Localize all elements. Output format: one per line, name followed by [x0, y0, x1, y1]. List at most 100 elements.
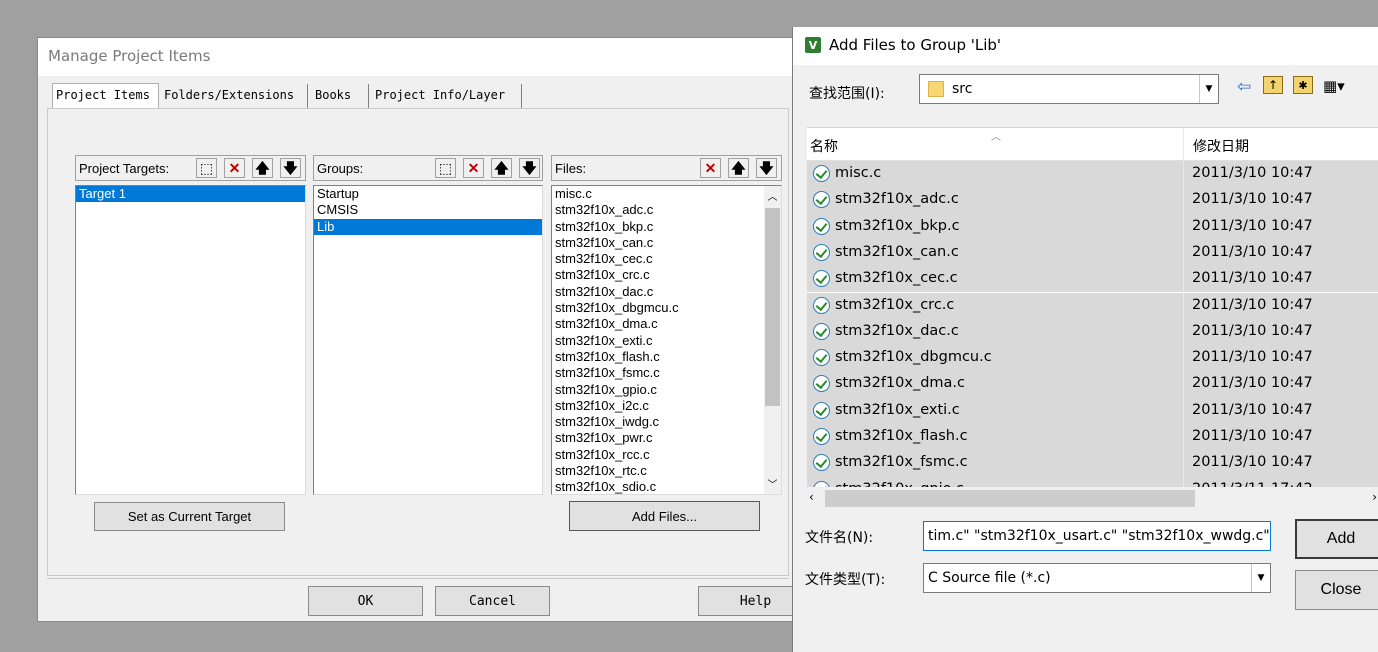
file-name: stm32f10x_dac.c [835, 322, 959, 339]
dialog-titlebar: Manage Project Items [38, 38, 796, 76]
cancel-button[interactable]: Cancel [435, 586, 550, 616]
view-menu-icon[interactable]: ▦▾ [1323, 77, 1345, 95]
list-item[interactable]: stm32f10x_gpio.c [552, 382, 781, 398]
file-date: 2011/3/10 10:47 [1192, 349, 1313, 366]
list-item[interactable]: stm32f10x_pwr.c [552, 430, 781, 446]
move-up-icon[interactable]: 🡅 [728, 158, 749, 178]
move-down-icon[interactable]: 🡇 [756, 158, 777, 178]
horizontal-scrollbar[interactable]: ‹ › [807, 487, 1378, 511]
file-name: stm32f10x_dma.c [835, 375, 965, 392]
file-date: 2011/3/10 10:47 [1192, 322, 1313, 339]
list-item[interactable]: stm32f10x_flash.c [552, 349, 781, 365]
files-list[interactable]: misc.c stm32f10x_adc.c stm32f10x_bkp.c stm3… [551, 185, 782, 495]
filetype-select[interactable]: C Source file (*.c) ▼ [923, 563, 1271, 593]
filename-input[interactable]: tim.c" "stm32f10x_usart.c" "stm32f10x_ww… [923, 521, 1271, 551]
file-list[interactable]: 名称 ︿ 修改日期 misc.c 2011/3/10 10:47 stm32f10x… [807, 127, 1378, 511]
tab-project-info-layer[interactable]: Project Info/Layer [372, 84, 522, 108]
divider [47, 578, 789, 579]
list-item[interactable]: Startup [314, 186, 542, 202]
file-name: stm32f10x_adc.c [835, 191, 959, 208]
list-item[interactable]: misc.c [552, 186, 781, 202]
chevron-down-icon[interactable]: ▼ [1251, 564, 1270, 592]
list-item[interactable]: stm32f10x_adc.c [552, 202, 781, 218]
file-row[interactable]: stm32f10x_flash.c 2011/3/10 10:47 [807, 424, 1378, 451]
list-item[interactable]: stm32f10x_can.c [552, 235, 781, 251]
list-item[interactable]: stm32f10x_sdio.c [552, 479, 781, 494]
files-scrollbar[interactable]: ︿ ﹀ [764, 186, 781, 494]
list-item[interactable]: stm32f10x_dac.c [552, 284, 781, 300]
file-row[interactable]: misc.c 2011/3/10 10:47 [807, 161, 1378, 188]
col-name-header[interactable]: 名称 [810, 136, 838, 156]
c-source-file-icon [813, 322, 830, 340]
scroll-down-icon[interactable]: ﹀ [764, 476, 781, 491]
tab-folders-extensions[interactable]: Folders/Extensions [161, 84, 308, 108]
move-up-icon[interactable]: 🡅 [491, 158, 512, 178]
back-icon[interactable]: ⇦ [1237, 77, 1251, 97]
file-name: stm32f10x_fsmc.c [835, 454, 968, 471]
list-item[interactable]: Lib [314, 218, 542, 235]
list-item[interactable]: stm32f10x_fsmc.c [552, 365, 781, 381]
scrollbar-thumb[interactable] [825, 490, 1195, 507]
file-row[interactable]: stm32f10x_can.c 2011/3/10 10:47 [807, 239, 1378, 267]
list-item[interactable]: stm32f10x_cec.c [552, 251, 781, 267]
file-row[interactable]: stm32f10x_dma.c 2011/3/10 10:47 [807, 371, 1378, 398]
column-divider [1183, 266, 1184, 293]
scroll-up-icon[interactable]: ︿ [764, 188, 781, 203]
lookin-combo[interactable]: src ▼ [919, 74, 1219, 104]
file-row[interactable]: stm32f10x_exti.c 2011/3/10 10:47 [807, 397, 1378, 424]
list-item[interactable]: stm32f10x_dma.c [552, 316, 781, 332]
file-name: stm32f10x_dbgmcu.c [835, 349, 992, 366]
ok-button[interactable]: OK [308, 586, 423, 616]
list-header: 名称 ︿ 修改日期 [807, 128, 1378, 161]
col-date-header[interactable]: 修改日期 [1193, 136, 1249, 156]
list-item[interactable]: stm32f10x_iwdg.c [552, 414, 781, 430]
chevron-down-icon[interactable]: ▼ [1199, 75, 1218, 103]
new-folder-icon[interactable]: ✱ [1293, 76, 1313, 94]
column-divider [1183, 239, 1184, 267]
c-source-file-icon [813, 454, 830, 472]
delete-target-icon[interactable]: ✕ [224, 158, 245, 178]
scroll-right-icon[interactable]: › [1372, 490, 1377, 504]
list-item[interactable]: Target 1 [76, 186, 305, 203]
column-divider[interactable] [1183, 128, 1184, 160]
file-row[interactable]: stm32f10x_dac.c 2011/3/10 10:47 [807, 318, 1378, 346]
close-button[interactable]: Close [1295, 570, 1378, 610]
list-item[interactable]: stm32f10x_rtc.c [552, 463, 781, 479]
file-row[interactable]: stm32f10x_bkp.c 2011/3/10 10:47 [807, 213, 1378, 240]
add-files-button[interactable]: Add Files... [569, 501, 760, 531]
groups-list[interactable]: Startup CMSIS Lib [313, 185, 543, 495]
set-current-target-button[interactable]: Set as Current Target [94, 502, 285, 531]
delete-group-icon[interactable]: ✕ [463, 158, 484, 178]
manage-project-items-dialog: Manage Project Items Project Items Folde… [37, 37, 813, 622]
file-name: stm32f10x_crc.c [835, 296, 955, 313]
keil-app-icon: V [805, 37, 821, 53]
tab-books[interactable]: Books [312, 84, 369, 108]
file-row[interactable]: stm32f10x_fsmc.c 2011/3/10 10:47 [807, 450, 1378, 477]
file-date: 2011/3/10 10:47 [1192, 217, 1313, 234]
tab-project-items[interactable]: Project Items [52, 83, 159, 109]
file-row[interactable]: stm32f10x_dbgmcu.c 2011/3/10 10:47 [807, 345, 1378, 372]
file-row[interactable]: stm32f10x_crc.c 2011/3/10 10:47 [807, 292, 1378, 319]
lookin-value: src [952, 81, 973, 97]
new-target-icon[interactable]: ⬚ [196, 158, 217, 178]
project-targets-list[interactable]: Target 1 [75, 185, 306, 495]
list-item[interactable]: stm32f10x_dbgmcu.c [552, 300, 781, 316]
c-source-file-icon [813, 428, 830, 445]
add-button[interactable]: Add [1295, 519, 1378, 559]
list-item[interactable]: stm32f10x_rcc.c [552, 447, 781, 463]
up-folder-icon[interactable]: ↑ [1263, 76, 1283, 94]
scrollbar-thumb[interactable] [765, 208, 780, 406]
delete-file-icon[interactable]: ✕ [700, 158, 721, 178]
list-item[interactable]: CMSIS [314, 202, 542, 218]
file-row[interactable]: stm32f10x_cec.c 2011/3/10 10:47 [807, 266, 1378, 293]
list-item[interactable]: stm32f10x_bkp.c [552, 219, 781, 235]
move-up-icon[interactable]: 🡅 [252, 158, 273, 178]
move-down-icon[interactable]: 🡇 [519, 158, 540, 178]
list-item[interactable]: stm32f10x_exti.c [552, 333, 781, 349]
list-item[interactable]: stm32f10x_crc.c [552, 267, 781, 283]
move-down-icon[interactable]: 🡇 [280, 158, 301, 178]
scroll-left-icon[interactable]: ‹ [809, 490, 814, 504]
list-item[interactable]: stm32f10x_i2c.c [552, 398, 781, 414]
new-group-icon[interactable]: ⬚ [435, 158, 456, 178]
file-row[interactable]: stm32f10x_adc.c 2011/3/10 10:47 [807, 187, 1378, 214]
